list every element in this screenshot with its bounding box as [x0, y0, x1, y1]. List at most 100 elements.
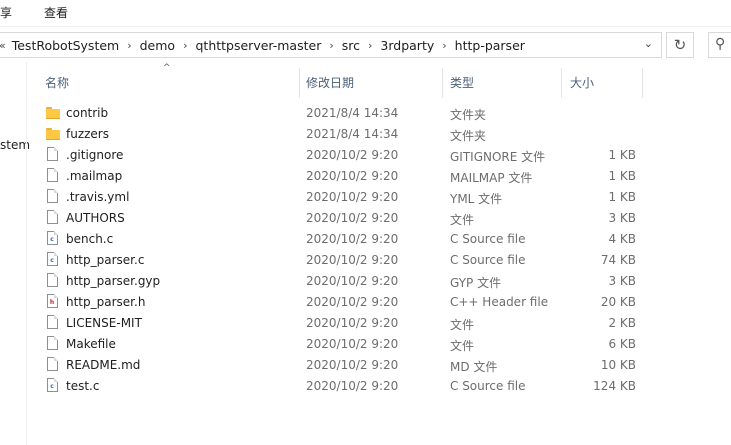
column-header-name[interactable]: 名称	[42, 62, 298, 98]
breadcrumb-item[interactable]: qthttpserver-master	[195, 38, 321, 53]
file-type: C Source file	[450, 253, 526, 267]
file-date: 2020/10/2 9:20	[306, 337, 399, 351]
file-row[interactable]: .travis.yml 2020/10/2 9:20 YML 文件 1 KB	[42, 186, 642, 207]
file-row[interactable]: c test.c 2020/10/2 9:20 C Source file 124 KB	[42, 375, 642, 396]
file-icon	[46, 168, 60, 183]
file-size: 1 KB	[608, 169, 636, 183]
file-row[interactable]: c bench.c 2020/10/2 9:20 C Source file 4 KB	[42, 228, 642, 249]
file-size: 4 KB	[608, 232, 636, 246]
file-size: 6 KB	[608, 337, 636, 351]
address-bar[interactable]: « TestRobotSystem › demo › qthttpserver-mast…	[0, 32, 662, 58]
search-input[interactable]: ⚲	[708, 32, 731, 58]
file-date: 2020/10/2 9:20	[306, 169, 399, 183]
tab-view[interactable]: 查看	[44, 4, 68, 21]
file-name: .mailmap	[66, 169, 123, 183]
column-header-size-label: 大小	[570, 76, 595, 90]
file-name: test.c	[66, 379, 100, 393]
file-name: .gitignore	[66, 148, 124, 162]
file-row[interactable]: h http_parser.h 2020/10/2 9:20 C++ Header f…	[42, 291, 642, 312]
column-header-type-label: 类型	[450, 76, 475, 90]
file-type: 文件	[450, 213, 475, 227]
file-type: GITIGNORE 文件	[450, 150, 546, 164]
file-row[interactable]: LICENSE-MIT 2020/10/2 9:20 文件 2 KB	[42, 312, 642, 333]
file-type: 文件	[450, 318, 475, 332]
file-icon	[46, 189, 60, 204]
pane-divider[interactable]	[26, 62, 27, 445]
file-icon	[46, 315, 60, 330]
file-row[interactable]: AUTHORS 2020/10/2 9:20 文件 3 KB	[42, 207, 642, 228]
file-date: 2020/10/2 9:20	[306, 211, 399, 225]
file-date: 2021/8/4 14:34	[306, 106, 399, 120]
file-row[interactable]: http_parser.gyp 2020/10/2 9:20 GYP 文件 3 KB	[42, 270, 642, 291]
c-source-icon: c	[46, 252, 60, 267]
breadcrumb-item[interactable]: TestRobotSystem	[12, 38, 119, 53]
file-type: GYP 文件	[450, 276, 502, 290]
file-type: MD 文件	[450, 360, 498, 374]
file-size: 10 KB	[600, 358, 636, 372]
file-name: http_parser.gyp	[66, 274, 161, 288]
file-icon	[46, 210, 60, 225]
file-row[interactable]: README.md 2020/10/2 9:20 MD 文件 10 KB	[42, 354, 642, 375]
file-size: 3 KB	[608, 211, 636, 225]
file-type: 文件夹	[450, 108, 487, 122]
file-type: YML 文件	[450, 192, 503, 206]
breadcrumb-item[interactable]: 3rdparty	[380, 38, 434, 53]
breadcrumb-chevron-icon[interactable]: ›	[127, 39, 131, 52]
column-header-type[interactable]: 类型	[443, 62, 561, 98]
refresh-icon: ↻	[673, 36, 687, 54]
file-name: http_parser.c	[66, 253, 145, 267]
file-name: fuzzers	[66, 127, 109, 141]
file-type: 文件夹	[450, 129, 487, 143]
breadcrumb-item[interactable]: src	[342, 38, 360, 53]
ribbon-menu: 共享 查看	[0, 0, 731, 24]
breadcrumb-chevron-icon[interactable]: ›	[183, 39, 187, 52]
tab-share[interactable]: 共享	[0, 4, 12, 21]
file-row[interactable]: fuzzers 2021/8/4 14:34 文件夹	[42, 123, 642, 144]
column-header-name-label: 名称	[45, 76, 70, 90]
file-name: contrib	[66, 106, 109, 120]
column-header-date[interactable]: 修改日期	[300, 62, 442, 98]
column-header-size[interactable]: 大小	[562, 62, 642, 98]
file-size: 20 KB	[600, 295, 636, 309]
file-type: 文件	[450, 339, 475, 353]
search-icon: ⚲	[715, 36, 726, 52]
column-divider[interactable]	[642, 68, 643, 98]
file-size: 3 KB	[608, 274, 636, 288]
file-date: 2020/10/2 9:20	[306, 253, 399, 267]
breadcrumb-chevron-icon[interactable]: ›	[442, 39, 446, 52]
chevron-down-icon[interactable]: ⌄	[644, 37, 653, 50]
file-type: C++ Header file	[450, 295, 549, 309]
refresh-button[interactable]: ↻	[666, 32, 694, 58]
file-icon	[46, 357, 60, 372]
file-date: 2020/10/2 9:20	[306, 274, 399, 288]
overflow-chevron-icon[interactable]: «	[0, 39, 6, 52]
file-row[interactable]: .mailmap 2020/10/2 9:20 MAILMAP 文件 1 KB	[42, 165, 642, 186]
file-size: 1 KB	[608, 148, 636, 162]
folder-icon	[46, 126, 60, 141]
file-row[interactable]: c http_parser.c 2020/10/2 9:20 C Source fil…	[42, 249, 642, 270]
file-size: 1 KB	[608, 190, 636, 204]
file-name: Makefile	[66, 337, 116, 351]
folder-icon	[46, 105, 60, 120]
file-row[interactable]: .gitignore 2020/10/2 9:20 GITIGNORE 文件 1 KB	[42, 144, 642, 165]
file-date: 2020/10/2 9:20	[306, 316, 399, 330]
c-source-icon: c	[46, 231, 60, 246]
file-row[interactable]: contrib 2021/8/4 14:34 文件夹	[42, 102, 642, 123]
file-size: 124 KB	[593, 379, 636, 393]
breadcrumb-chevron-icon[interactable]: ›	[368, 39, 372, 52]
file-type: MAILMAP 文件	[450, 171, 533, 185]
file-date: 2020/10/2 9:20	[306, 190, 399, 204]
breadcrumb-item[interactable]: http-parser	[455, 38, 525, 53]
file-name: .travis.yml	[66, 190, 130, 204]
file-date: 2020/10/2 9:20	[306, 379, 399, 393]
breadcrumb-chevron-icon[interactable]: ›	[329, 39, 333, 52]
file-name: README.md	[66, 358, 141, 372]
breadcrumb-item[interactable]: demo	[140, 38, 175, 53]
ribbon-divider	[0, 26, 731, 27]
file-row[interactable]: Makefile 2020/10/2 9:20 文件 6 KB	[42, 333, 642, 354]
breadcrumb: « TestRobotSystem › demo › qthttpserver-mast…	[0, 33, 525, 57]
c-source-icon: c	[46, 378, 60, 393]
file-size: 2 KB	[608, 316, 636, 330]
c-header-icon: h	[46, 294, 60, 309]
file-name: bench.c	[66, 232, 114, 246]
